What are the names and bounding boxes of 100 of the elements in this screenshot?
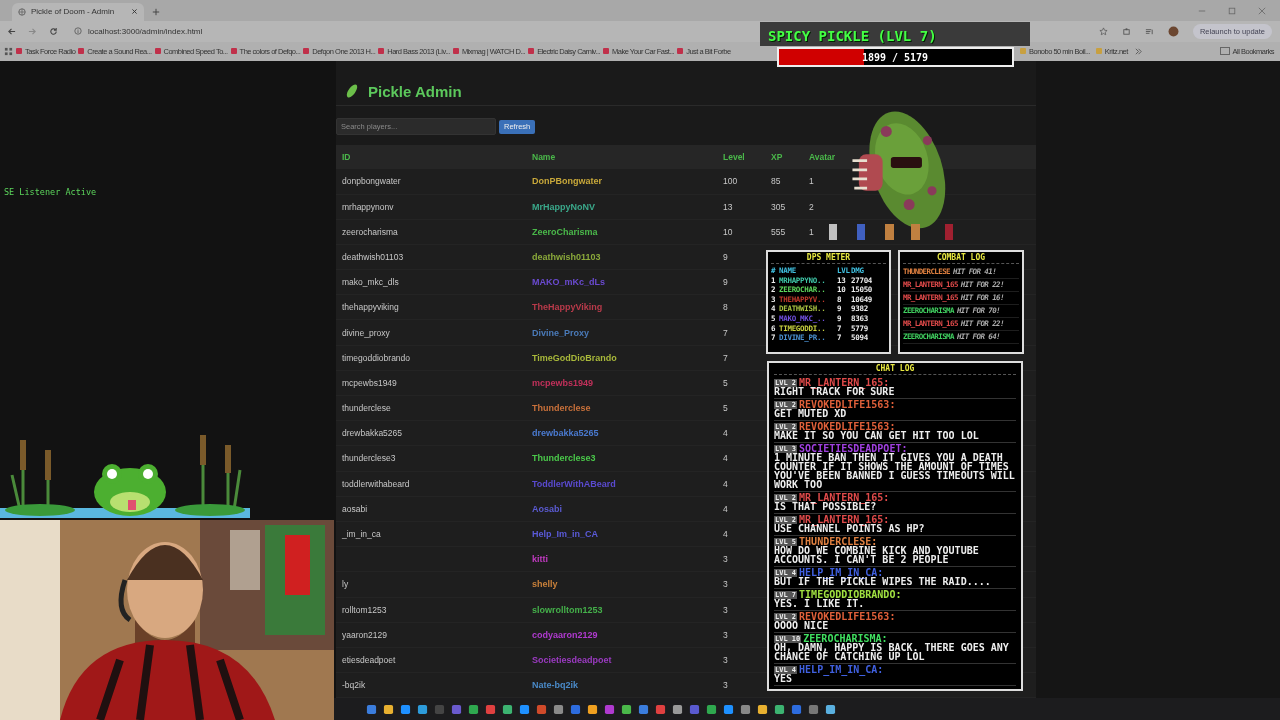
panel-title: CHAT LOG [774,364,1016,375]
app-icon[interactable] [723,703,734,715]
column-header[interactable]: XP [765,152,783,163]
app-icon[interactable] [825,703,836,715]
app-icon[interactable] [400,703,411,715]
player-name: Societiesdeadpoet [532,654,612,665]
app-icon[interactable] [570,703,581,715]
table-cell: thehappyviking [342,302,399,313]
globe-icon [18,7,26,16]
chat-text: BUT IF THE PICKLE WIPES THE RAID.... [774,577,992,586]
app-icon[interactable] [808,703,819,715]
pickle-icon [344,83,360,100]
player-name: MR_LANTERN_165: [799,378,890,387]
table-cell: donpbongwater [342,176,401,187]
table-cell: 3 [723,629,728,640]
table-cell: 555 [771,226,786,237]
app-icon[interactable] [417,703,428,715]
app-icon[interactable] [757,703,768,715]
column-header[interactable]: ID [336,152,351,163]
player-name: HELP_IM_IN_CA: [799,665,884,674]
panel-title: DPS METER [771,253,886,264]
table-cell: divine_proxy [342,327,390,338]
app-icon[interactable] [706,703,717,715]
apps-icon[interactable] [4,46,13,56]
browser-tab[interactable]: Pickle of Doom - Admin [12,2,144,21]
media-icon[interactable] [1144,26,1154,36]
player-name: REVOKEDLIFE1563: [799,612,896,621]
star-icon[interactable] [1098,26,1108,36]
player-name: ToddlerWithABeard [532,478,616,489]
table-cell: 4 [723,503,728,514]
extensions-icon[interactable] [1121,26,1131,36]
table-cell: 3 [723,579,728,590]
player-name: MAKO_mKc_dLs [532,277,605,288]
status-text: SE Listener Active [4,187,97,197]
player-name: TimeGodDioBrando [532,352,617,363]
table-cell: 7 [723,352,728,363]
table-cell: 10 [723,226,733,237]
new-tab-icon[interactable] [152,7,160,16]
player-name: kitti [532,554,548,565]
app-icon[interactable] [672,703,683,715]
player-name: Divine_Proxy [532,327,590,338]
chat-text: GET MUTED XD [774,409,847,418]
app-icon[interactable] [774,703,785,715]
app-icon[interactable] [587,703,598,715]
app-icon[interactable] [655,703,666,715]
table-cell: 4 [723,478,728,489]
column-header[interactable]: Avatar [803,152,836,163]
close-icon[interactable] [131,8,138,16]
boss-title: SPICY PICKLE (LVL 7) [760,22,1030,46]
app-icon[interactable] [604,703,615,715]
table-cell: 8 [723,302,728,313]
chat-text: OH, DAMN, HAPPY IS BACK. THERE GOES ANY CHANCE OF CATCHING UP LOL [774,643,1010,661]
table-cell: -bq2ik [342,680,366,691]
player-name: Thunderclese [532,403,591,414]
table-cell: mcpewbs1949 [342,377,397,388]
table-cell: mako_mkc_dls [342,277,399,288]
app-icon[interactable] [621,703,632,715]
table-cell: 1 [809,226,814,237]
column-header[interactable]: Level [717,152,745,163]
table-cell: 13 [723,201,733,212]
chevron-icon[interactable] [1133,46,1143,56]
address-field[interactable]: localhost:3000/admin/index.html [70,23,714,39]
profile-avatar-icon[interactable] [1167,25,1179,37]
table-cell: 3 [723,680,728,691]
app-icon[interactable] [519,703,530,715]
column-header[interactable]: Name [526,152,556,163]
player-name: ZEEROCHARISMA: [803,634,888,643]
table-cell: 5 [723,403,728,414]
page-title: Pickle Admin [368,82,462,100]
app-icon[interactable] [366,703,377,715]
table-cell: thunderclese [342,403,391,414]
back-icon[interactable] [7,26,16,36]
app-icon[interactable] [502,703,513,715]
player-name: shelly [532,579,558,590]
player-name: Aosabi [532,503,562,514]
table-cell: yaaron2129 [342,629,387,640]
app-icon[interactable] [383,703,394,715]
table-cell: drewbakka5265 [342,428,402,439]
app-icon[interactable] [740,703,751,715]
chat-text: RIGHT TRACK FOR SURE [774,387,896,396]
app-icon[interactable] [468,703,479,715]
app-icon[interactable] [791,703,802,715]
app-icon[interactable] [553,703,564,715]
player-name: MrHappyNoNV [532,201,595,212]
player-name: codyaaron2129 [532,629,598,640]
app-icon[interactable] [536,703,547,715]
player-name: drewbakka5265 [532,428,599,439]
table-cell: 5 [723,377,728,388]
app-icon[interactable] [485,703,496,715]
table-cell: 4 [723,428,728,439]
chat-text: HOW DO WE COMBINE KICK AND YOUTUBE ACCOUNTS. I CAN'T BE 2 PEOPLE [774,546,980,564]
reload-icon[interactable] [49,26,58,36]
table-cell: deathwish01103 [342,251,404,262]
table-cell: 3 [723,554,728,565]
table-cell: 3 [723,604,728,615]
player-name: THUNDERCLESE: [799,537,878,546]
player-name: REVOKEDLIFE1563: [799,400,896,409]
app-icon[interactable] [638,703,649,715]
info-icon [74,27,82,36]
player-name: DonPBongwater [532,176,602,187]
